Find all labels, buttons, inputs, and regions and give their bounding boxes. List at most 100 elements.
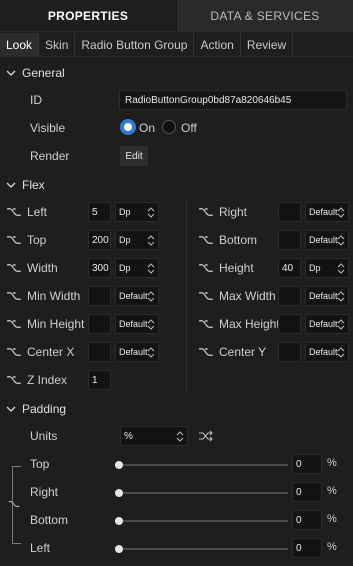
flex-title: Flex: [22, 178, 45, 192]
link-icon[interactable]: [6, 263, 22, 273]
flex-center-x-unit-text: Default: [119, 347, 148, 357]
flex-right-label: Right: [219, 205, 248, 219]
render-label: Render: [30, 149, 70, 163]
padding-top-unit: %: [327, 457, 337, 469]
padding-top-slider[interactable]: [118, 464, 288, 466]
flex-min-height-unit[interactable]: Default: [115, 314, 159, 334]
flex-bottom-unit-text: Default: [309, 235, 338, 245]
flex-right-value[interactable]: [278, 202, 301, 222]
flex-width-unit[interactable]: Dp: [115, 258, 159, 278]
padding-units-value: %: [124, 430, 133, 442]
flex-max-height-unit[interactable]: Default: [305, 314, 349, 334]
link-icon[interactable]: [6, 291, 22, 301]
flex-z-index-label: Z Index: [27, 373, 68, 387]
flex-z-index-value[interactable]: 1: [88, 370, 111, 390]
flex-max-width-value[interactable]: [278, 286, 301, 306]
flex-width-value[interactable]: 300: [88, 258, 111, 278]
flex-max-height-unit-text: Default: [309, 319, 338, 329]
tab-data-services[interactable]: DATA & SERVICES: [176, 0, 353, 32]
link-icon[interactable]: [198, 347, 214, 357]
padding-bottom-unit: %: [327, 513, 337, 525]
flex-center-x-unit[interactable]: Default: [115, 342, 159, 362]
general-section-header[interactable]: General: [0, 63, 65, 83]
padding-right-value[interactable]: 0: [292, 482, 322, 502]
flex-section-header[interactable]: Flex: [0, 175, 45, 195]
padding-section-header[interactable]: Padding: [0, 399, 66, 419]
flex-right-unit[interactable]: Default: [305, 202, 349, 222]
padding-right-slider[interactable]: [118, 492, 288, 494]
visible-on-radio[interactable]: [121, 120, 135, 134]
flex-top-value[interactable]: 200: [88, 230, 111, 250]
flex-max-height-label: Max Height: [219, 317, 280, 331]
padding-top-thumb[interactable]: [115, 461, 123, 469]
flex-bottom-value[interactable]: [278, 230, 301, 250]
flex-left-label: Left: [27, 205, 48, 219]
flex-min-width-value[interactable]: [88, 286, 111, 306]
flex-left-value[interactable]: 5: [88, 202, 111, 222]
flex-center-x-value[interactable]: [88, 342, 111, 362]
spinner-icon: [147, 263, 155, 274]
link-icon[interactable]: [198, 291, 214, 301]
padding-top-value[interactable]: 0: [292, 454, 322, 474]
flex-max-width-label: Max Width: [219, 289, 276, 303]
spinner-icon: [337, 319, 345, 330]
link-icon[interactable]: [198, 319, 214, 329]
link-icon[interactable]: [6, 347, 22, 357]
visible-on-label: On: [139, 121, 156, 135]
padding-bottom-label: Bottom: [30, 513, 69, 527]
link-icon[interactable]: [6, 375, 22, 385]
flex-max-width-unit[interactable]: Default: [305, 286, 349, 306]
spinner-icon: [147, 291, 155, 302]
spinner-icon: [337, 235, 345, 246]
padding-units-select[interactable]: %: [120, 426, 188, 446]
padding-right-thumb[interactable]: [115, 489, 123, 497]
tab-look[interactable]: Look: [0, 33, 40, 56]
link-icon[interactable]: [198, 263, 214, 273]
padding-bottom-value[interactable]: 0: [292, 510, 322, 530]
flex-min-height-unit-text: Default: [119, 319, 148, 329]
flex-min-width-unit-text: Default: [119, 291, 148, 301]
flex-right-unit-text: Default: [309, 207, 338, 217]
flex-top-unit-text: Dp: [119, 235, 131, 245]
spinner-icon: [147, 319, 155, 330]
padding-bottom-thumb[interactable]: [115, 517, 123, 525]
flex-max-height-value[interactable]: [278, 314, 301, 334]
flex-height-unit[interactable]: Dp: [305, 258, 349, 278]
flex-min-height-value[interactable]: [88, 314, 111, 334]
tab-action[interactable]: Action: [194, 33, 241, 56]
flex-left-unit[interactable]: Dp: [115, 202, 159, 222]
tab-properties[interactable]: PROPERTIES: [0, 0, 176, 32]
flex-top-unit[interactable]: Dp: [115, 230, 159, 250]
flex-height-unit-text: Dp: [309, 263, 321, 273]
flex-height-label: Height: [219, 261, 254, 275]
link-icon[interactable]: [198, 235, 214, 245]
chevron-down-icon: [0, 404, 22, 414]
flex-width-unit-text: Dp: [119, 263, 131, 273]
padding-left-value[interactable]: 0: [292, 538, 322, 558]
tab-skin[interactable]: Skin: [39, 33, 76, 56]
flex-center-y-unit[interactable]: Default: [305, 342, 349, 362]
padding-left-thumb[interactable]: [115, 545, 123, 553]
padding-units-label: Units: [30, 429, 58, 443]
tab-review[interactable]: Review: [241, 33, 294, 56]
padding-left-slider[interactable]: [118, 548, 288, 550]
padding-bottom-slider[interactable]: [118, 520, 288, 522]
flex-center-y-value[interactable]: [278, 342, 301, 362]
link-icon[interactable]: [6, 319, 22, 329]
flex-height-value[interactable]: 40: [278, 258, 301, 278]
link-icon[interactable]: [198, 207, 214, 217]
link-icon[interactable]: [6, 235, 22, 245]
padding-top-label: Top: [30, 457, 50, 471]
flex-bottom-unit[interactable]: Default: [305, 230, 349, 250]
flex-width-label: Width: [27, 261, 58, 275]
padding-left-unit: %: [327, 541, 337, 553]
id-input[interactable]: RadioButtonGroup0bd87a820646b45: [119, 90, 347, 110]
link-icon[interactable]: [6, 207, 22, 217]
tab-radio-button-group[interactable]: Radio Button Group: [75, 33, 195, 56]
flex-min-width-unit[interactable]: Default: [115, 286, 159, 306]
link-icon[interactable]: [8, 499, 20, 509]
visible-off-radio[interactable]: [162, 120, 176, 134]
render-edit-button[interactable]: Edit: [120, 146, 148, 166]
shuffle-icon[interactable]: [198, 430, 214, 442]
spinner-icon: [337, 263, 345, 274]
